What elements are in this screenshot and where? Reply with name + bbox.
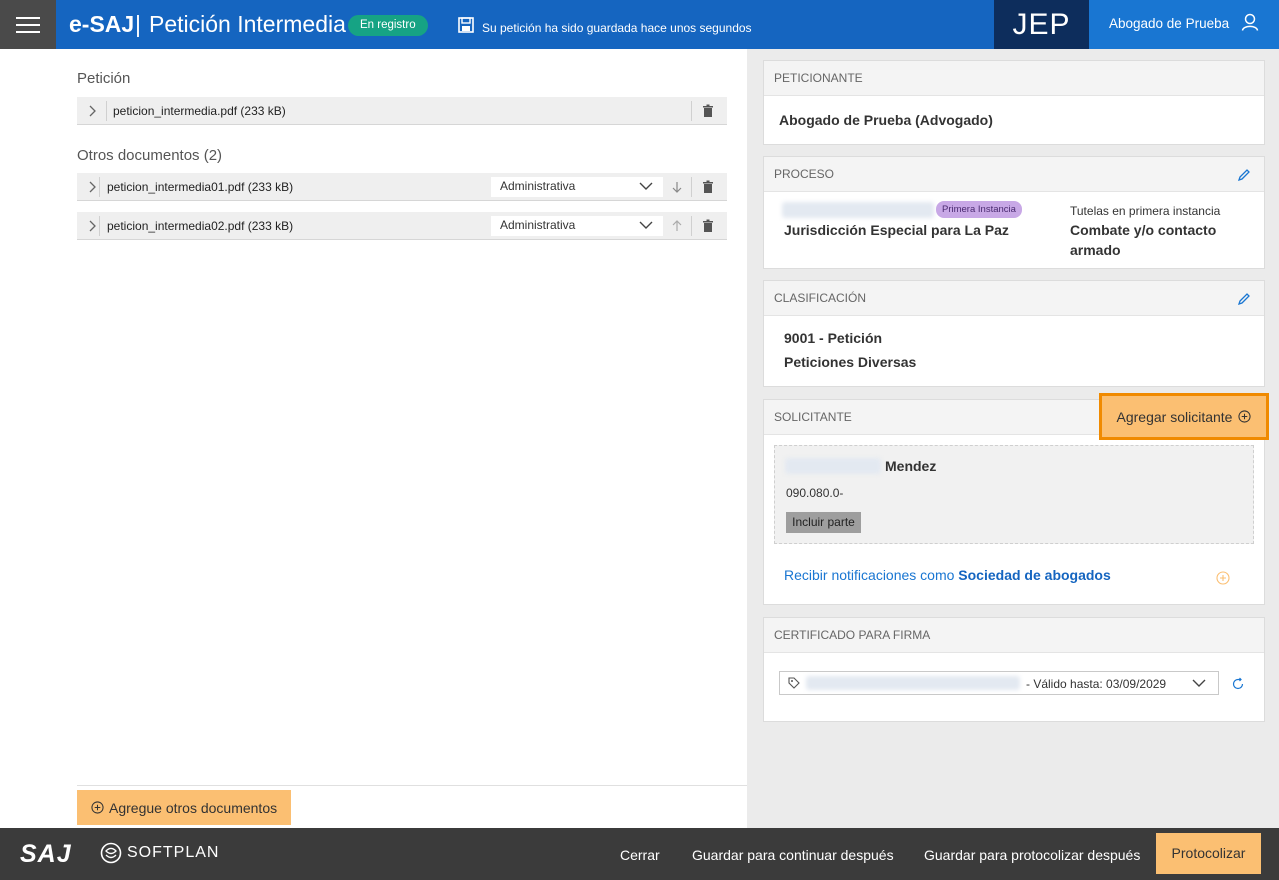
document-type-select[interactable]: Administrativa xyxy=(491,177,663,197)
divider xyxy=(99,216,100,236)
pencil-icon[interactable] xyxy=(1237,168,1251,182)
chevron-down-icon xyxy=(639,182,653,190)
saj-logo: SAJ xyxy=(20,840,72,868)
peticionante-card: PETICIONANTE Abogado de Prueba (Advogado… xyxy=(763,60,1265,145)
card-title: PROCESO xyxy=(764,157,1264,192)
peticion-label: Petición xyxy=(77,70,131,87)
document-name[interactable]: peticion_intermedia02.pdf (233 kB) xyxy=(107,219,293,233)
trash-icon[interactable] xyxy=(702,219,714,233)
notif-prefix: Recibir notificaciones como xyxy=(784,567,955,583)
pencil-icon[interactable] xyxy=(1237,292,1251,306)
divider xyxy=(691,177,692,197)
chevron-down-icon xyxy=(639,221,653,229)
save-continue-button[interactable]: Guardar para continuar después xyxy=(692,847,894,863)
arrow-down-icon[interactable] xyxy=(671,180,683,194)
divider xyxy=(691,101,692,121)
chevron-right-icon[interactable] xyxy=(85,104,99,118)
redacted-name xyxy=(785,458,881,474)
card-title: PETICIONANTE xyxy=(764,61,1264,96)
applicant-doc-number: 090.080.0- xyxy=(786,486,844,500)
main-document-row: peticion_intermedia.pdf (233 kB) xyxy=(77,97,727,125)
clasificacion-code: 9001 - Petición xyxy=(784,330,883,346)
divider xyxy=(691,216,692,236)
tutela-value-line1: Combate y/o contacto xyxy=(1070,222,1217,238)
divider xyxy=(106,101,107,121)
redacted-process-number xyxy=(782,202,934,218)
refresh-icon[interactable] xyxy=(1231,677,1245,691)
divider xyxy=(99,177,100,197)
divider xyxy=(77,785,747,786)
document-type-value: Administrativa xyxy=(500,218,576,232)
notif-bold: Sociedad de abogados xyxy=(958,567,1111,583)
user-menu[interactable]: Abogado de Prueba xyxy=(1089,0,1279,49)
menu-icon[interactable] xyxy=(0,0,56,49)
title-separator: | xyxy=(135,11,141,37)
app-brand: e-SAJ xyxy=(69,11,135,37)
applicant-surname: Mendez xyxy=(885,458,937,474)
redacted-certificate xyxy=(806,676,1020,690)
top-bar: e-SAJ | Petición Intermedia En registro … xyxy=(0,0,1279,49)
card-title: CERTIFICADO PARA FIRMA xyxy=(764,618,1264,653)
document-name[interactable]: peticion_intermedia01.pdf (233 kB) xyxy=(107,180,293,194)
user-icon xyxy=(1241,13,1259,31)
page-title: Petición Intermedia xyxy=(149,11,346,37)
document-type-select[interactable]: Administrativa xyxy=(491,216,663,236)
protocolize-button[interactable]: Protocolizar xyxy=(1156,833,1261,874)
chevron-right-icon[interactable] xyxy=(85,219,99,233)
card-title-text: PROCESO xyxy=(774,167,835,181)
trash-icon[interactable] xyxy=(702,180,714,194)
add-applicant-label: Agregar solicitante xyxy=(1116,408,1233,425)
tutela-label: Tutelas en primera instancia xyxy=(1070,204,1221,218)
proceso-card: PROCESO Primera Instancia Jurisdicción E… xyxy=(763,156,1265,269)
save-icon xyxy=(458,17,474,33)
softplan-text: SOFTPLAN xyxy=(127,844,220,861)
document-type-value: Administrativa xyxy=(500,179,576,193)
chevron-right-icon[interactable] xyxy=(85,180,99,194)
clasificacion-name: Peticiones Diversas xyxy=(784,354,917,370)
add-applicant-button[interactable]: Agregar solicitante xyxy=(1099,393,1269,440)
trash-icon[interactable] xyxy=(702,104,714,118)
document-row: peticion_intermedia02.pdf (233 kB) Admin… xyxy=(77,212,727,240)
arrow-up-icon[interactable] xyxy=(671,219,683,233)
footer-bar: SAJ SOFTPLAN Cerrar Guardar para continu… xyxy=(0,828,1279,880)
instancia-badge: Primera Instancia xyxy=(936,201,1022,218)
plus-circle-icon xyxy=(1238,410,1252,423)
tag-icon xyxy=(788,677,800,689)
tutela-value-line2: armado xyxy=(1070,242,1121,258)
org-logo: JEP xyxy=(994,0,1089,49)
chevron-down-icon xyxy=(1192,679,1206,687)
save-protocol-button[interactable]: Guardar para protocolizar después xyxy=(924,847,1140,863)
save-message: Su petición ha sido guardada hace unos s… xyxy=(482,21,752,35)
notifications-link[interactable]: Recibir notificaciones como Sociedad de … xyxy=(784,567,1111,583)
softplan-logo: SOFTPLAN xyxy=(100,842,219,864)
user-name: Abogado de Prueba xyxy=(1109,16,1230,31)
status-badge: En registro xyxy=(348,15,428,36)
add-documents-label: Agregue otros documentos xyxy=(109,799,278,816)
card-title-text: CLASIFICACIÓN xyxy=(774,291,867,305)
applicant-entry: Mendez 090.080.0- Incluir parte xyxy=(774,445,1254,544)
card-title: CLASIFICACIÓN xyxy=(764,281,1264,316)
certificate-validity: - Válido hasta: 03/09/2029 xyxy=(1026,677,1167,691)
softplan-icon xyxy=(100,842,122,864)
plus-circle-icon xyxy=(91,801,104,814)
other-documents-label: Otros documentos (2) xyxy=(77,147,223,164)
jurisdiccion: Jurisdicción Especial para La Paz xyxy=(784,222,1009,238)
clasificacion-card: CLASIFICACIÓN 9001 - Petición Peticiones… xyxy=(763,280,1265,387)
plus-circle-icon[interactable] xyxy=(1216,571,1230,585)
certificate-select[interactable]: - Válido hasta: 03/09/2029 xyxy=(779,671,1219,695)
document-name[interactable]: peticion_intermedia.pdf (233 kB) xyxy=(113,104,286,118)
certificado-card: CERTIFICADO PARA FIRMA - Válido hasta: 0… xyxy=(763,617,1265,722)
close-button[interactable]: Cerrar xyxy=(620,847,660,863)
document-row: peticion_intermedia01.pdf (233 kB) Admin… xyxy=(77,173,727,201)
add-documents-button[interactable]: Agregue otros documentos xyxy=(77,790,291,825)
include-party-button[interactable]: Incluir parte xyxy=(786,512,861,533)
peticionante-value: Abogado de Prueba (Advogado) xyxy=(779,112,993,128)
